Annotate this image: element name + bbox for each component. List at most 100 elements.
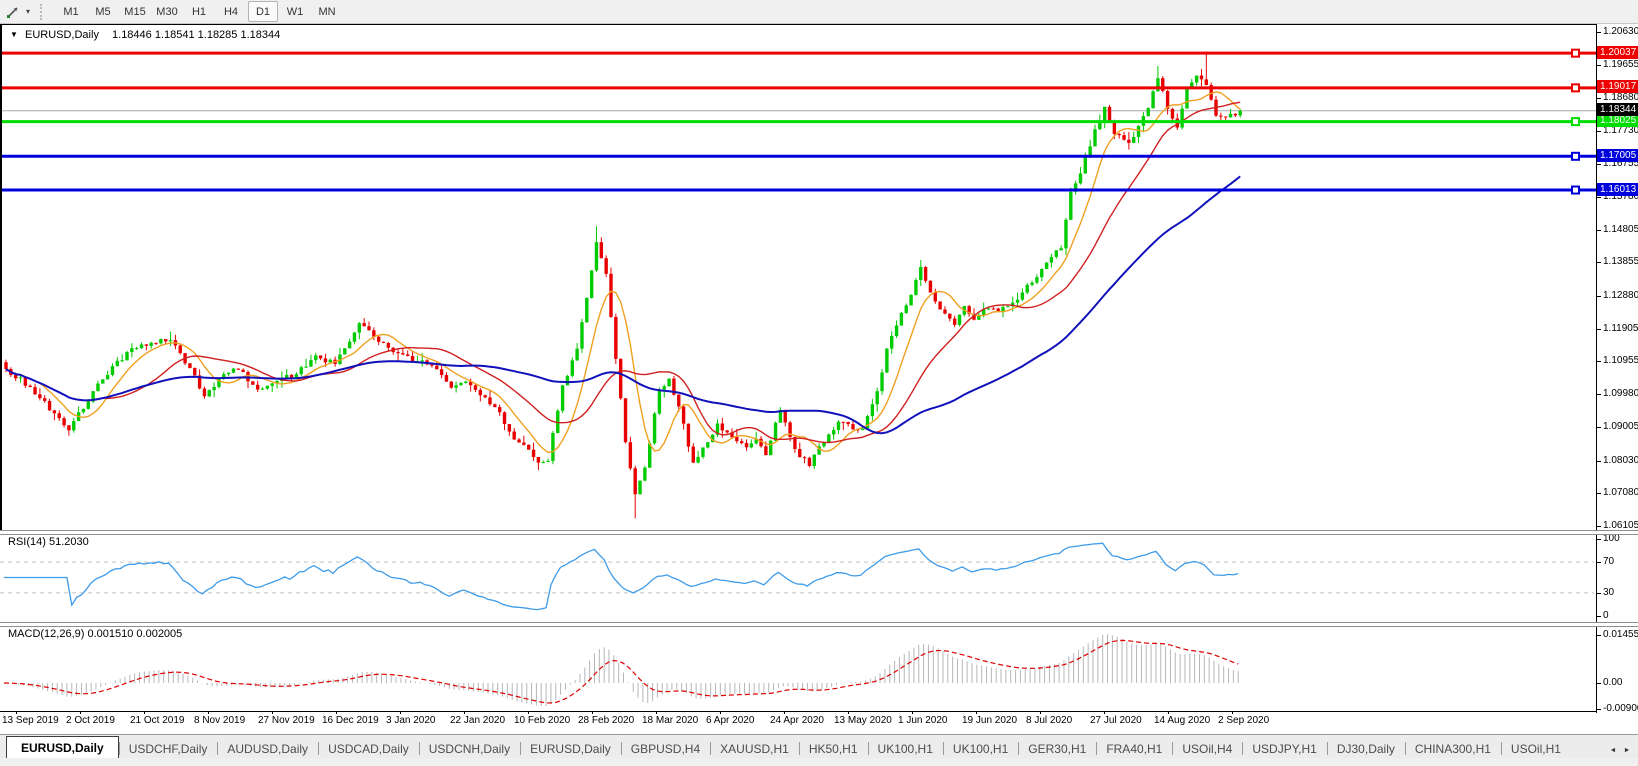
timeframe-button-w1[interactable]: W1 xyxy=(280,1,310,22)
price-axis-label: 1.11905 xyxy=(1603,323,1638,334)
chart-tab-usdcad-daily[interactable]: USDCAD,Daily xyxy=(318,738,419,759)
rsi-axis-tick xyxy=(1597,616,1601,617)
chart-tab-usoil-h4[interactable]: USOil,H4 xyxy=(1172,738,1242,759)
time-axis-label: 18 Mar 2020 xyxy=(642,715,698,726)
price-axis-tick xyxy=(1597,427,1601,428)
chart-tab-eurusd-daily[interactable]: EURUSD,Daily xyxy=(6,736,119,759)
ma-slow-line xyxy=(6,176,1240,433)
price-chart-pane[interactable]: ▼ EURUSD,Daily 1.18446 1.18541 1.18285 1… xyxy=(0,24,1598,531)
chart-tab-gbpusd-h4[interactable]: GBPUSD,H4 xyxy=(621,738,710,759)
chart-tab-usoil-h1[interactable]: USOil,H1 xyxy=(1501,738,1571,759)
time-axis-label: 14 Aug 2020 xyxy=(1154,715,1210,726)
time-axis-label: 3 Jan 2020 xyxy=(386,715,436,726)
price-pane-canvas[interactable] xyxy=(2,25,1596,531)
price-axis-tick xyxy=(1597,65,1601,66)
time-axis-line xyxy=(0,711,1596,712)
level-price-badge: 1.19017 xyxy=(1597,80,1638,93)
status-strip xyxy=(0,758,1638,766)
chart-tab-china300-h1[interactable]: CHINA300,H1 xyxy=(1405,738,1501,759)
pane-splitter[interactable] xyxy=(0,622,1638,627)
timeframe-button-m15[interactable]: M15 xyxy=(120,1,150,22)
timeframe-button-d1[interactable]: D1 xyxy=(248,1,278,22)
time-axis-label: 8 Nov 2019 xyxy=(194,715,245,726)
time-axis-tick xyxy=(1040,711,1041,714)
price-axis-tick xyxy=(1597,230,1601,231)
chart-tab-usdchf-daily[interactable]: USDCHF,Daily xyxy=(119,738,218,759)
trading-terminal-window: ▾ M1M5M15M30H1H4D1W1MN ▼ EURUSD,Daily 1.… xyxy=(0,0,1638,766)
time-axis-label: 28 Feb 2020 xyxy=(578,715,634,726)
timeframe-button-m30[interactable]: M30 xyxy=(152,1,182,22)
price-axis[interactable]: 1.206301.196551.186801.177301.167551.157… xyxy=(1596,24,1638,713)
timeframe-button-m5[interactable]: M5 xyxy=(88,1,118,22)
toolbar-grip[interactable] xyxy=(40,4,47,20)
rsi-indicator-pane[interactable]: RSI(14) 51.2030 xyxy=(0,533,1596,622)
time-axis-tick xyxy=(208,711,209,714)
tab-scroll-left-icon[interactable]: ◄ xyxy=(1606,741,1620,759)
level-line-handle xyxy=(1572,153,1579,160)
time-axis-label: 6 Apr 2020 xyxy=(706,715,754,726)
chart-tab-fra40-h1[interactable]: FRA40,H1 xyxy=(1096,738,1172,759)
price-axis-tick xyxy=(1597,526,1601,527)
level-price-badge: 1.17005 xyxy=(1597,149,1638,162)
price-axis-label: 1.09005 xyxy=(1603,421,1638,432)
chart-tool-dropdown-caret[interactable]: ▾ xyxy=(22,7,34,16)
chart-tab-bar: EURUSD,DailyUSDCHF,DailyAUDUSD,DailyUSDC… xyxy=(0,734,1638,759)
time-axis-label: 19 Jun 2020 xyxy=(962,715,1017,726)
timeframe-button-m1[interactable]: M1 xyxy=(56,1,86,22)
chart-tab-ger30-h1[interactable]: GER30,H1 xyxy=(1018,738,1096,759)
chart-tab-uk100-h1[interactable]: UK100,H1 xyxy=(943,738,1018,759)
price-axis-label: 1.13855 xyxy=(1603,256,1638,267)
macd-indicator-pane[interactable]: MACD(12,26,9) 0.001510 0.002005 xyxy=(0,625,1596,710)
timeframe-button-h1[interactable]: H1 xyxy=(184,1,214,22)
ma-fast-line xyxy=(6,92,1240,453)
price-axis-tick xyxy=(1597,461,1601,462)
time-axis[interactable]: 13 Sep 20192 Oct 201921 Oct 20198 Nov 20… xyxy=(0,713,1596,729)
chart-cursor-icon[interactable] xyxy=(4,3,22,21)
time-axis-tick xyxy=(1232,711,1233,714)
chart-tab-uk100-h1[interactable]: UK100,H1 xyxy=(868,738,943,759)
price-axis-tick xyxy=(1597,394,1601,395)
price-axis-label: 1.10955 xyxy=(1603,355,1638,366)
chart-tab-audusd-daily[interactable]: AUDUSD,Daily xyxy=(217,738,318,759)
chart-tab-usdjpy-h1[interactable]: USDJPY,H1 xyxy=(1242,738,1326,759)
macd-axis-tick xyxy=(1597,635,1601,636)
rsi-axis-tick xyxy=(1597,593,1601,594)
price-axis-tick xyxy=(1597,296,1601,297)
chart-tab-xauusd-h1[interactable]: XAUUSD,H1 xyxy=(710,738,799,759)
rsi-axis-label: 70 xyxy=(1603,556,1614,567)
time-axis-tick xyxy=(464,711,465,714)
time-axis-tick xyxy=(336,711,337,714)
chart-tab-eurusd-daily[interactable]: EURUSD,Daily xyxy=(520,738,621,759)
price-axis-tick xyxy=(1597,131,1601,132)
current-price-badge: 1.18344 xyxy=(1597,103,1638,116)
price-axis-tick xyxy=(1597,197,1601,198)
pane-splitter[interactable] xyxy=(0,530,1638,535)
level-price-badge: 1.16013 xyxy=(1597,183,1638,196)
price-axis-label: 1.08030 xyxy=(1603,455,1638,466)
time-axis-tick xyxy=(976,711,977,714)
chart-tab-dj30-daily[interactable]: DJ30,Daily xyxy=(1327,738,1405,759)
chart-ohlc-values: 1.18446 1.18541 1.18285 1.18344 xyxy=(112,29,280,41)
time-axis-tick xyxy=(912,711,913,714)
price-axis-label: 1.09980 xyxy=(1603,388,1638,399)
price-axis-label: 1.18680 xyxy=(1603,92,1638,103)
time-axis-tick xyxy=(1104,711,1105,714)
time-axis-label: 13 May 2020 xyxy=(834,715,892,726)
rsi-pane-canvas[interactable] xyxy=(0,533,1596,622)
price-axis-label: 1.20630 xyxy=(1603,26,1638,37)
chart-tab-usdcnh-daily[interactable]: USDCNH,Daily xyxy=(419,738,520,759)
chart-title: ▼ EURUSD,Daily 1.18446 1.18541 1.18285 1… xyxy=(10,29,280,41)
macd-axis-tick xyxy=(1597,709,1601,710)
time-axis-tick xyxy=(528,711,529,714)
macd-pane-canvas[interactable] xyxy=(0,625,1596,710)
chart-cursor-icon-glyph xyxy=(6,5,20,19)
chart-tab-hk50-h1[interactable]: HK50,H1 xyxy=(799,738,868,759)
tab-scroll-right-icon[interactable]: ► xyxy=(1620,741,1634,759)
time-axis-label: 13 Sep 2019 xyxy=(2,715,59,726)
macd-axis-label: 0.014556 xyxy=(1603,629,1638,640)
rsi-axis-label: 30 xyxy=(1603,587,1614,598)
macd-histogram xyxy=(4,634,1238,706)
timeframe-button-h4[interactable]: H4 xyxy=(216,1,246,22)
timeframe-button-mn[interactable]: MN xyxy=(312,1,342,22)
chart-collapse-icon[interactable]: ▼ xyxy=(10,30,18,39)
